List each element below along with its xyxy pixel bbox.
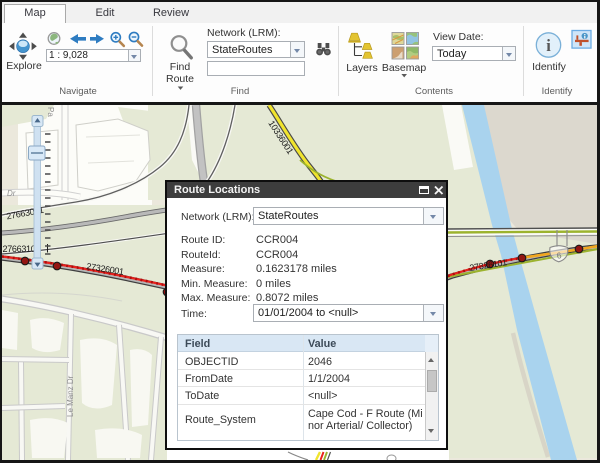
svg-text:Le Manz Dr: Le Manz Dr	[66, 375, 75, 417]
svg-text:Dr: Dr	[7, 189, 16, 198]
svg-text:i: i	[546, 36, 551, 55]
svg-text:Pa: Pa	[46, 107, 55, 117]
